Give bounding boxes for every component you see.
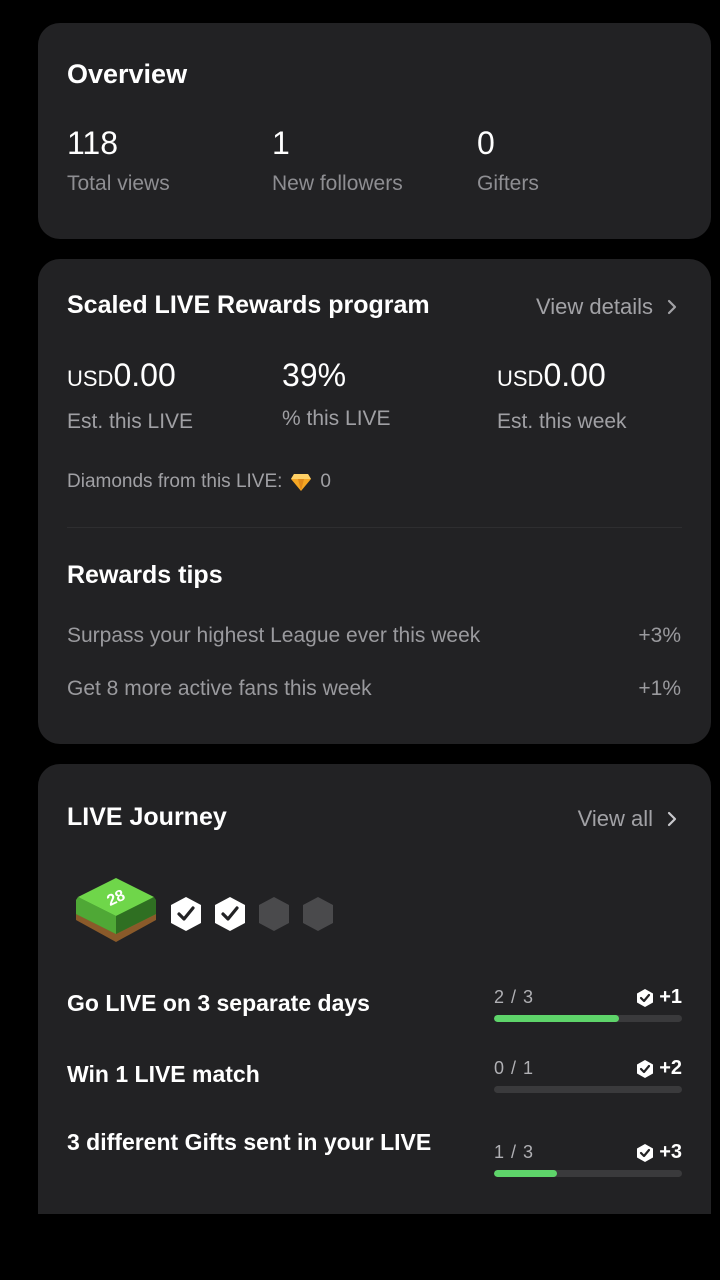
currency-label: USD bbox=[497, 366, 544, 391]
live-journey-card: LIVE Journey View all 28 Go LIVE on 3 se… bbox=[38, 764, 711, 1214]
locked-hexagon-icon bbox=[259, 897, 289, 931]
task-reward-value: +2 bbox=[659, 1057, 682, 1079]
task-reward-value: +3 bbox=[659, 1141, 682, 1163]
task-count: 0 / 1 bbox=[494, 1058, 535, 1078]
stat-new-followers: 1 New followers bbox=[272, 125, 403, 196]
task-label: 3 different Gifts sent in your LIVE bbox=[67, 1129, 432, 1155]
task-label: Win 1 LIVE match bbox=[67, 1061, 260, 1087]
task-reward: +1 bbox=[635, 986, 682, 1009]
stat-label: Total views bbox=[67, 172, 170, 195]
locked-hexagon-icon bbox=[303, 897, 333, 931]
task-count: 1 / 3 bbox=[494, 1142, 535, 1162]
diamonds-label: Diamonds from this LIVE: bbox=[67, 471, 283, 492]
view-details-link[interactable]: View details bbox=[536, 294, 681, 320]
view-all-link[interactable]: View all bbox=[578, 806, 681, 832]
tip-value: +3% bbox=[638, 624, 681, 647]
chevron-right-icon bbox=[667, 299, 677, 315]
metric-percent-this-live: 39% % this LIVE bbox=[282, 357, 391, 431]
task-progress: 1 / 3 +3 bbox=[494, 1141, 682, 1177]
task-reward: +3 bbox=[635, 1141, 682, 1164]
view-details-label: View details bbox=[536, 294, 653, 319]
diamonds-row: Diamonds from this LIVE: 0 bbox=[67, 471, 331, 493]
metric-est-this-live: USD0.00 Est. this LIVE bbox=[67, 357, 193, 434]
rewards-tips-title: Rewards tips bbox=[67, 561, 223, 589]
tip-row: Surpass your highest League ever this we… bbox=[67, 624, 681, 648]
metric-label: % this LIVE bbox=[282, 407, 391, 430]
rewards-card: Scaled LIVE Rewards program View details… bbox=[38, 259, 711, 744]
diamond-icon bbox=[291, 474, 312, 491]
tip-text: Surpass your highest League ever this we… bbox=[67, 624, 481, 647]
task-progress-bar bbox=[494, 1086, 682, 1093]
metric-label: Est. this LIVE bbox=[67, 410, 194, 433]
amount: 0.00 bbox=[113, 357, 176, 393]
level-badge-icon: 28 bbox=[76, 878, 156, 942]
rewards-title: Scaled LIVE Rewards program bbox=[67, 291, 430, 319]
stat-label: Gifters bbox=[477, 172, 539, 195]
stat-label: New followers bbox=[272, 172, 403, 195]
reward-check-icon bbox=[637, 988, 654, 1007]
amount: 0.00 bbox=[543, 357, 606, 393]
reward-check-icon bbox=[637, 1059, 654, 1078]
task-progress-fill bbox=[494, 1170, 557, 1177]
tip-row: Get 8 more active fans this week +1% bbox=[67, 677, 681, 701]
stat-value: 0 bbox=[477, 125, 495, 161]
tip-text: Get 8 more active fans this week bbox=[67, 677, 372, 700]
currency-label: USD bbox=[67, 366, 114, 391]
diamonds-value: 0 bbox=[320, 471, 331, 492]
metric-value: USD0.00 bbox=[67, 357, 193, 394]
stat-gifters: 0 Gifters bbox=[477, 125, 539, 196]
task-progress: 2 / 3 +1 bbox=[494, 986, 682, 1022]
chevron-right-icon bbox=[667, 811, 677, 827]
task-reward: +2 bbox=[635, 1057, 682, 1080]
check-hexagon-icon bbox=[215, 897, 245, 931]
metric-label: Est. this week bbox=[497, 410, 627, 433]
view-all-label: View all bbox=[577, 806, 653, 831]
task-progress-bar bbox=[494, 1015, 682, 1022]
task-count: 2 / 3 bbox=[494, 987, 535, 1007]
tip-value: +1% bbox=[638, 677, 681, 700]
metric-est-this-week: USD0.00 Est. this week bbox=[497, 357, 627, 434]
journey-title: LIVE Journey bbox=[67, 803, 227, 831]
journey-badges: 28 bbox=[72, 876, 336, 952]
task-reward-value: +1 bbox=[659, 986, 682, 1008]
reward-check-icon bbox=[637, 1143, 654, 1162]
task-label: Go LIVE on 3 separate days bbox=[67, 990, 370, 1016]
check-hexagon-icon bbox=[171, 897, 201, 931]
metric-value: USD0.00 bbox=[497, 357, 627, 394]
stat-total-views: 118 Total views bbox=[67, 125, 170, 196]
metric-value: 39% bbox=[282, 357, 347, 393]
stat-value: 118 bbox=[67, 125, 119, 161]
overview-title: Overview bbox=[67, 59, 188, 89]
stat-value: 1 bbox=[272, 125, 290, 161]
task-progress-bar bbox=[494, 1170, 682, 1177]
divider bbox=[67, 527, 682, 528]
task-progress-fill bbox=[494, 1015, 620, 1022]
overview-card: Overview 118 Total views 1 New followers… bbox=[38, 23, 711, 239]
task-progress: 0 / 1 +2 bbox=[494, 1057, 682, 1093]
